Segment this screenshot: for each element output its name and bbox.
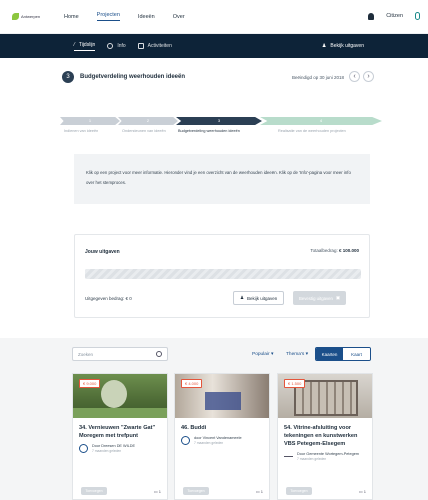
previous-step-button[interactable]: ‹ xyxy=(349,71,360,82)
step-number: 3 xyxy=(62,71,74,83)
avatar xyxy=(79,444,88,453)
step-title: Budgetverdeling weerhouden ideeën xyxy=(80,74,186,80)
top-navigation: Antwerpen Home Projecten Ideeën Over Cit… xyxy=(0,0,428,34)
add-project-button[interactable]: Toevoegen xyxy=(81,487,107,495)
project-title[interactable]: 46. Buddi xyxy=(175,418,269,432)
tab-activiteiten[interactable]: Activiteiten xyxy=(137,43,172,49)
expense-title: Jouw uitgaven xyxy=(85,249,120,255)
sort-dropdown[interactable]: Populair ▾ xyxy=(252,352,273,357)
comment-count: ▭ 1 xyxy=(153,489,161,494)
view-map-button[interactable]: Kaart xyxy=(343,348,370,360)
bell-icon[interactable] xyxy=(368,12,375,20)
expense-card: Jouw uitgaven Totaalbedrag: € 100.000 Ui… xyxy=(74,234,370,318)
lock-icon: ▣ xyxy=(335,295,340,300)
phase-4-label: Realisatie van de weerhouden projecten xyxy=(278,129,346,133)
project-author: door Vincent Vandenameele 7 maanden gele… xyxy=(175,432,269,446)
nav-item-over[interactable]: Over xyxy=(173,14,185,20)
person-icon: ♟ xyxy=(240,295,245,300)
comment-count-value: 1 xyxy=(260,489,263,494)
person-icon: ♟ xyxy=(321,43,327,49)
step-date: Beëindigd op 30 juni 2018 xyxy=(291,74,344,80)
spent-amount: Uitgegeven bedrag: € 0 xyxy=(85,296,132,301)
timeline-icon: ⁄ xyxy=(74,41,75,48)
user-icon[interactable] xyxy=(415,12,420,20)
nav-item-projecten[interactable]: Projecten xyxy=(96,12,120,21)
author-date: 7 maanden geleden xyxy=(92,449,122,453)
nav-item-ideeen[interactable]: Ideeën xyxy=(138,14,155,20)
comment-count: ▭ 1 xyxy=(358,489,366,494)
project-author: Door Gemeente Wortegem-Petegem 7 maanden… xyxy=(278,448,372,462)
phase-1-label: Indienen van ideeën xyxy=(64,129,99,133)
project-subnav: ⁄ Tijdslijn Info Activiteiten ♟ Bekijk u… xyxy=(0,34,428,58)
sort-label: Populair xyxy=(252,352,270,357)
logo-leaf-icon xyxy=(12,13,19,20)
phase-2[interactable]: 2 xyxy=(118,117,178,125)
comment-count-value: 1 xyxy=(363,489,366,494)
calendar-icon xyxy=(137,43,144,49)
next-step-button[interactable]: › xyxy=(363,71,374,82)
step-header: 3 Budgetverdeling weerhouden ideeën Beëi… xyxy=(62,66,374,88)
tab-tijdslijn[interactable]: ⁄ Tijdslijn xyxy=(74,41,96,51)
phase-3[interactable]: 3 xyxy=(176,117,262,125)
search-placeholder: Zoeken xyxy=(78,352,94,357)
comment-count: ▭ 1 xyxy=(255,489,263,494)
logo-text: Antwerpen xyxy=(21,13,41,19)
phase-4[interactable]: 4 xyxy=(260,117,382,125)
info-icon xyxy=(107,43,114,49)
project-title[interactable]: 34. Vernieuwen "Zwarte Gat" Moregem met … xyxy=(73,418,167,440)
author-date: 7 maanden geleden xyxy=(194,441,224,445)
avatar xyxy=(181,436,190,445)
project-card[interactable]: € 1.500 54. Vitrine-afsluiting voor teke… xyxy=(277,373,373,500)
button-label: Bekijk uitgaven xyxy=(247,295,278,301)
user-name[interactable]: Citizen xyxy=(386,13,403,19)
expense-progress-bar xyxy=(85,269,361,279)
theme-label: Thema's xyxy=(286,352,305,357)
price-badge: € 1.500 xyxy=(284,379,306,388)
total-label: Totaalbedrag xyxy=(310,248,337,253)
price-badge: € 4.000 xyxy=(181,379,203,388)
view-expenses-button[interactable]: ♟ Bekijk uitgaven xyxy=(233,291,285,305)
total-value: € 100.000 xyxy=(338,248,359,253)
tab-label: Info xyxy=(117,43,126,49)
view-expenses-label: Bekijk uitgaven xyxy=(330,43,364,49)
tab-label: Tijdslijn xyxy=(78,41,96,48)
search-icon xyxy=(156,351,162,357)
comment-count-value: 1 xyxy=(158,489,161,494)
project-author: Door Dreesen DE WILDE 7 maanden geleden xyxy=(73,440,167,454)
project-card[interactable]: € 9.000 34. Vernieuwen "Zwarte Gat" More… xyxy=(72,373,168,500)
search-input[interactable]: Zoeken xyxy=(72,347,168,361)
view-cards-button[interactable]: Kaarten xyxy=(316,348,343,360)
view-toggle: Kaarten Kaart xyxy=(315,347,371,361)
phase-2-label: Ondersteunen van ideeën xyxy=(122,129,166,133)
phase-3-label: Budgetverdeling weerhouden ideeën xyxy=(178,129,240,133)
tab-label: Activiteiten xyxy=(147,43,172,49)
price-badge: € 9.000 xyxy=(79,379,101,388)
phase-progress: 1 2 3 4 Indienen van ideeën Ondersteunen… xyxy=(60,117,382,135)
project-card[interactable]: € 4.000 46. Buddi door Vincent Vandename… xyxy=(174,373,270,500)
info-box: Klik op een project voor meer informatie… xyxy=(74,154,370,204)
nav-right: Citizen xyxy=(368,12,420,20)
project-photo: € 1.500 xyxy=(278,374,372,418)
project-title[interactable]: 54. Vitrine-afsluiting voor tekeningen e… xyxy=(278,418,372,448)
project-photo: € 4.000 xyxy=(175,374,269,418)
view-expenses-link[interactable]: ♟ Bekijk uitgaven xyxy=(322,43,364,49)
tree-shape xyxy=(101,380,127,408)
logo[interactable]: Antwerpen xyxy=(12,12,42,22)
phase-1[interactable]: 1 xyxy=(60,117,120,125)
tab-info[interactable]: Info xyxy=(107,43,126,49)
mural-shape xyxy=(205,392,241,410)
expense-total: Totaalbedrag: € 100.000 xyxy=(310,248,359,253)
avatar xyxy=(284,456,293,457)
author-date: 7 maanden geleden xyxy=(297,457,327,461)
add-project-button[interactable]: Toevoegen xyxy=(286,487,312,495)
nav-item-home[interactable]: Home xyxy=(64,14,79,20)
add-project-button[interactable]: Toevoegen xyxy=(183,487,209,495)
button-label: Bevestig uitgaven xyxy=(299,295,333,301)
confirm-expenses-button[interactable]: Bevestig uitgaven ▣ xyxy=(293,291,346,305)
theme-dropdown[interactable]: Thema's ▾ xyxy=(286,352,308,357)
grass-shape xyxy=(73,408,167,418)
project-photo: € 9.000 xyxy=(73,374,167,418)
